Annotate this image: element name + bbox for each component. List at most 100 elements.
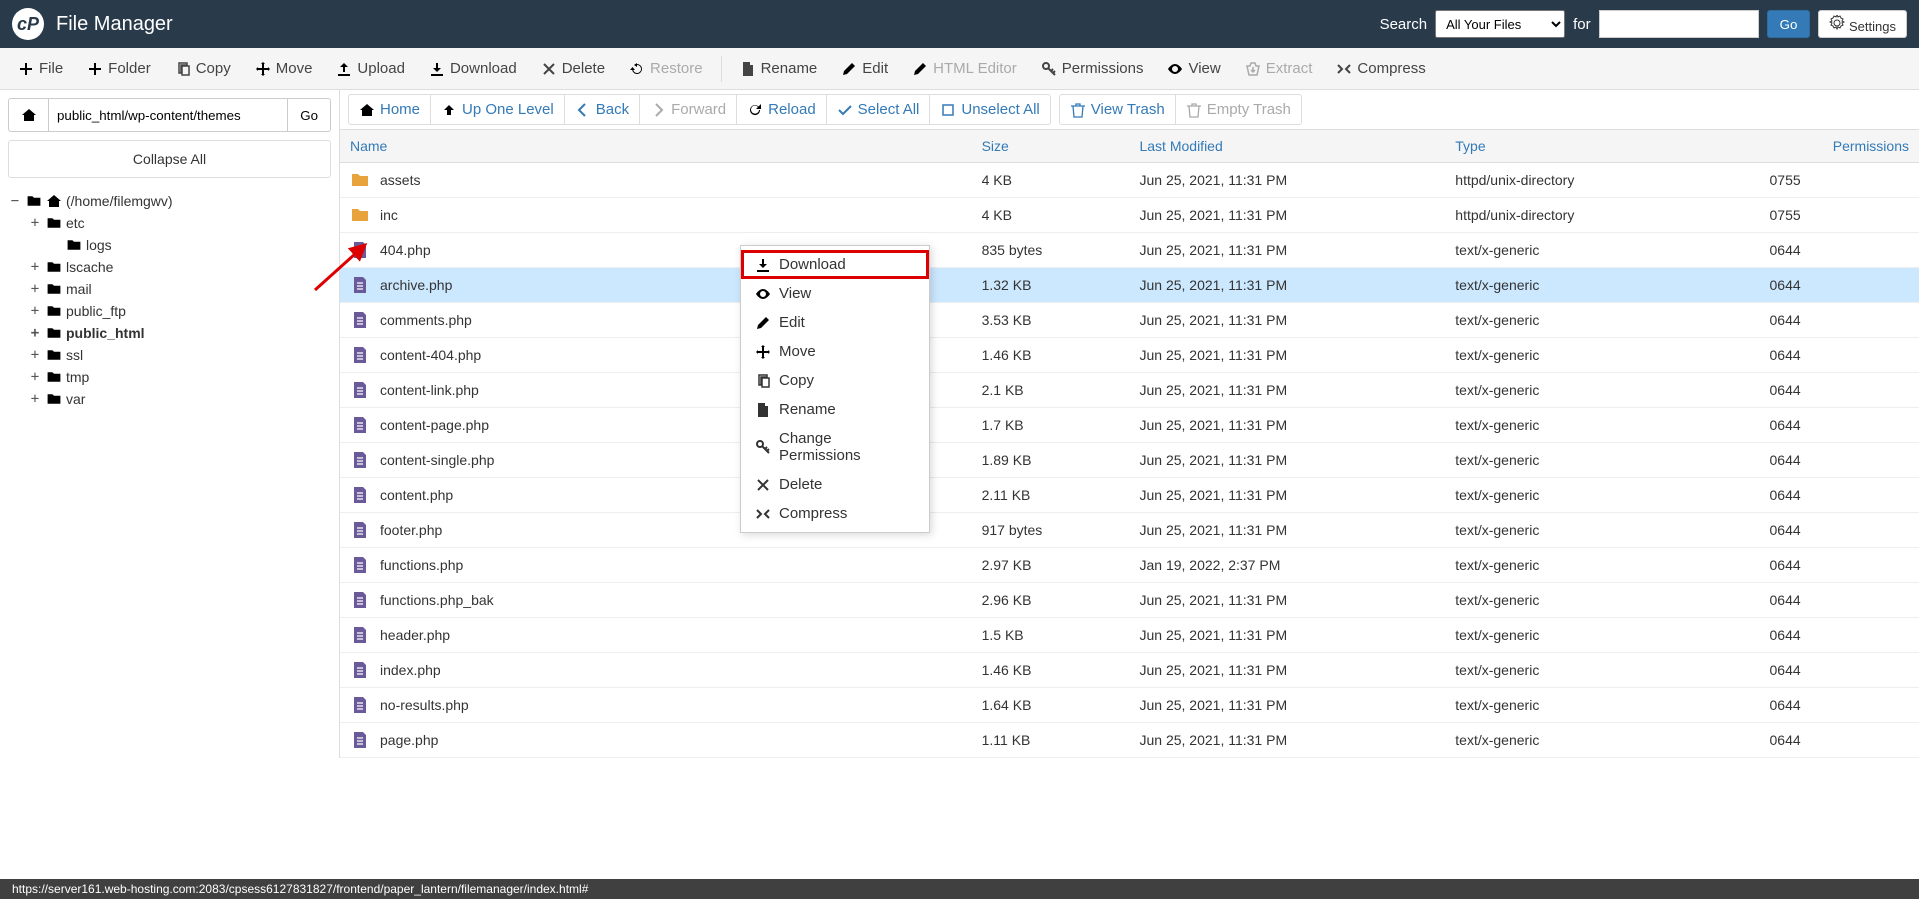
- col-perms[interactable]: Permissions: [1730, 130, 1919, 163]
- new-folder-button[interactable]: Folder: [77, 54, 161, 83]
- copy-icon: [755, 373, 771, 389]
- collapse-all-button[interactable]: Collapse All: [8, 140, 331, 178]
- sidebar: Go Collapse All −(/home/filemgwv) +etclo…: [0, 90, 340, 758]
- folder-icon: [46, 369, 62, 385]
- edit-button[interactable]: Edit: [831, 54, 898, 83]
- path-go-button[interactable]: Go: [288, 98, 331, 132]
- file-row[interactable]: comments.php3.53 KBJun 25, 2021, 11:31 P…: [340, 303, 1919, 338]
- folder-icon: [350, 170, 370, 190]
- col-type[interactable]: Type: [1445, 130, 1729, 163]
- trash-icon: [1186, 102, 1202, 118]
- file-row[interactable]: page.php1.11 KBJun 25, 2021, 11:31 PMtex…: [340, 723, 1919, 758]
- file-name: index.php: [380, 662, 441, 678]
- tree-node[interactable]: logs: [8, 234, 331, 256]
- file-perms: 0644: [1730, 513, 1919, 548]
- tree-label: var: [66, 391, 85, 407]
- nav-unselect-all-button[interactable]: Unselect All: [930, 95, 1049, 124]
- context-menu-item[interactable]: Edit: [741, 308, 929, 337]
- file-row[interactable]: content.php2.11 KBJun 25, 2021, 11:31 PM…: [340, 478, 1919, 513]
- file-row[interactable]: assets4 KBJun 25, 2021, 11:31 PMhttpd/un…: [340, 163, 1919, 198]
- view-trash-button[interactable]: View Trash: [1060, 95, 1176, 124]
- permissions-button[interactable]: Permissions: [1031, 54, 1154, 83]
- document-icon: [350, 695, 370, 715]
- download-button[interactable]: Download: [419, 54, 527, 83]
- context-menu-item[interactable]: Rename: [741, 395, 929, 424]
- main-toolbar: File Folder Copy Move Upload Download De…: [0, 48, 1919, 90]
- tree-label: public_html: [66, 325, 145, 341]
- pencil-icon: [841, 61, 857, 77]
- path-bar: Go: [8, 98, 331, 132]
- file-modified: Jun 25, 2021, 11:31 PM: [1129, 443, 1445, 478]
- context-menu-item[interactable]: Download: [741, 250, 929, 279]
- col-name[interactable]: Name: [340, 130, 972, 163]
- folder-icon: [46, 325, 62, 341]
- file-type: text/x-generic: [1445, 443, 1729, 478]
- tree-node[interactable]: +lscache: [8, 256, 331, 278]
- view-button[interactable]: View: [1157, 54, 1230, 83]
- settings-button[interactable]: Settings: [1818, 10, 1907, 38]
- file-row[interactable]: no-results.php1.64 KBJun 25, 2021, 11:31…: [340, 688, 1919, 723]
- tree-node[interactable]: +ssl: [8, 344, 331, 366]
- file-type: text/x-generic: [1445, 303, 1729, 338]
- context-menu-item[interactable]: Compress: [741, 499, 929, 528]
- nav-home-button[interactable]: Home: [349, 95, 431, 124]
- file-row[interactable]: 404.php835 bytesJun 25, 2021, 11:31 PMte…: [340, 233, 1919, 268]
- tree-node[interactable]: +etc: [8, 212, 331, 234]
- context-menu-item[interactable]: Change Permissions: [741, 424, 929, 470]
- upload-button[interactable]: Upload: [326, 54, 415, 83]
- search-go-button[interactable]: Go: [1767, 10, 1811, 38]
- file-row[interactable]: footer.php917 bytesJun 25, 2021, 11:31 P…: [340, 513, 1919, 548]
- compress-button[interactable]: Compress: [1326, 54, 1435, 83]
- file-size: 2.97 KB: [972, 548, 1130, 583]
- file-row[interactable]: archive.php1.32 KBJun 25, 2021, 11:31 PM…: [340, 268, 1919, 303]
- search-input[interactable]: [1599, 10, 1759, 38]
- file-row[interactable]: header.php1.5 KBJun 25, 2021, 11:31 PMte…: [340, 618, 1919, 653]
- path-home-button[interactable]: [8, 98, 48, 132]
- document-icon: [350, 590, 370, 610]
- tree-root[interactable]: −(/home/filemgwv): [8, 190, 331, 212]
- context-menu-item[interactable]: Move: [741, 337, 929, 366]
- tree-node[interactable]: +public_ftp: [8, 300, 331, 322]
- file-name: footer.php: [380, 522, 442, 538]
- file-row[interactable]: index.php1.46 KBJun 25, 2021, 11:31 PMte…: [340, 653, 1919, 688]
- context-menu-item[interactable]: Copy: [741, 366, 929, 395]
- nav-back-button[interactable]: Back: [565, 95, 640, 124]
- file-row[interactable]: content-404.php1.46 KBJun 25, 2021, 11:3…: [340, 338, 1919, 373]
- file-modified: Jun 25, 2021, 11:31 PM: [1129, 198, 1445, 233]
- context-menu-item[interactable]: Delete: [741, 470, 929, 499]
- nav-up-button[interactable]: Up One Level: [431, 95, 565, 124]
- file-perms: 0644: [1730, 338, 1919, 373]
- file-row[interactable]: content-single.php1.89 KBJun 25, 2021, 1…: [340, 443, 1919, 478]
- status-bar: https://server161.web-hosting.com:2083/c…: [0, 879, 1919, 899]
- document-icon: [350, 345, 370, 365]
- col-size[interactable]: Size: [972, 130, 1130, 163]
- tree-node[interactable]: +tmp: [8, 366, 331, 388]
- tree-label: etc: [66, 215, 85, 231]
- tree-node[interactable]: +public_html: [8, 322, 331, 344]
- file-row[interactable]: functions.php2.97 KBJan 19, 2022, 2:37 P…: [340, 548, 1919, 583]
- file-row[interactable]: content-page.php1.7 KBJun 25, 2021, 11:3…: [340, 408, 1919, 443]
- file-row[interactable]: functions.php_bak2.96 KBJun 25, 2021, 11…: [340, 583, 1919, 618]
- nav-select-all-button[interactable]: Select All: [827, 95, 931, 124]
- delete-button[interactable]: Delete: [531, 54, 615, 83]
- content-area: Home Up One Level Back Forward Reload Se…: [340, 90, 1919, 758]
- path-input[interactable]: [48, 98, 288, 132]
- col-modified[interactable]: Last Modified: [1129, 130, 1445, 163]
- copy-button[interactable]: Copy: [165, 54, 241, 83]
- rename-button[interactable]: Rename: [730, 54, 828, 83]
- new-file-button[interactable]: File: [8, 54, 73, 83]
- file-row[interactable]: content-link.php2.1 KBJun 25, 2021, 11:3…: [340, 373, 1919, 408]
- cpanel-logo-icon: cP: [12, 8, 44, 40]
- tree-node[interactable]: +var: [8, 388, 331, 410]
- folder-tree: −(/home/filemgwv) +etclogs+lscache+mail+…: [8, 186, 331, 414]
- status-url: https://server161.web-hosting.com:2083/c…: [6, 882, 594, 896]
- plus-icon: [87, 61, 103, 77]
- file-row[interactable]: inc4 KBJun 25, 2021, 11:31 PMhttpd/unix-…: [340, 198, 1919, 233]
- folder-icon: [46, 303, 62, 319]
- tree-node[interactable]: +mail: [8, 278, 331, 300]
- file-name: no-results.php: [380, 697, 469, 713]
- move-button[interactable]: Move: [245, 54, 323, 83]
- context-menu-item[interactable]: View: [741, 279, 929, 308]
- nav-reload-button[interactable]: Reload: [737, 95, 827, 124]
- search-scope-select[interactable]: All Your Files: [1435, 10, 1565, 38]
